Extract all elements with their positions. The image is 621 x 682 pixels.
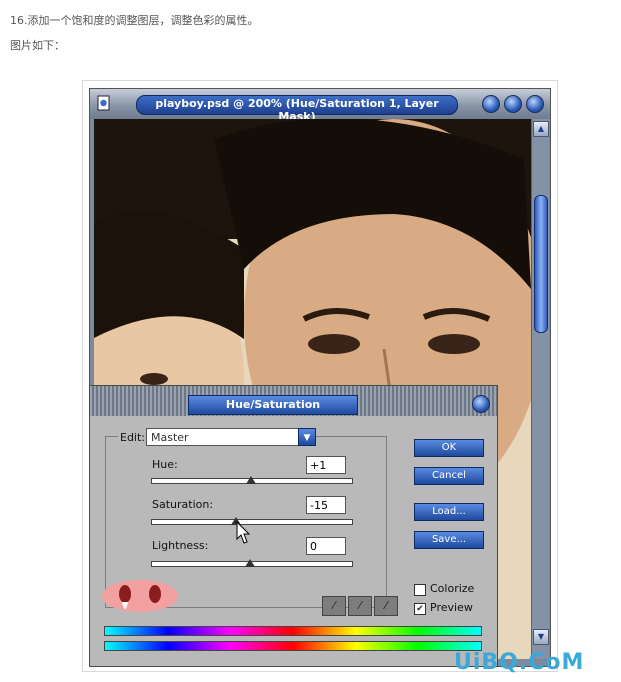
- hue-slider-thumb[interactable]: [246, 476, 256, 484]
- input-spectrum-bar: [104, 626, 482, 636]
- eyedropper-minus-icon[interactable]: ⁄: [374, 596, 398, 616]
- chevron-down-icon[interactable]: ▼: [298, 428, 316, 446]
- watermark: UiBQ.CoM: [454, 650, 585, 675]
- hue-label: Hue:: [152, 458, 178, 471]
- arrow-up-icon[interactable]: ▲: [533, 121, 549, 137]
- edit-label: Edit:: [118, 431, 148, 444]
- hue-saturation-dialog: Hue/Saturation Edit: Master ▼ Hue: +1 Sa…: [89, 385, 498, 667]
- hue-input[interactable]: +1: [306, 456, 346, 474]
- colorize-label: Colorize: [430, 582, 475, 595]
- eyedropper-plus-icon[interactable]: ⁄: [348, 596, 372, 616]
- load-button[interactable]: Load...: [414, 503, 484, 521]
- output-spectrum-bar: [104, 641, 482, 651]
- close-icon[interactable]: [526, 95, 544, 113]
- pig-nose-decoration-icon: [102, 580, 178, 612]
- save-button[interactable]: Save...: [414, 531, 484, 549]
- arrow-down-icon[interactable]: ▼: [533, 629, 549, 645]
- edit-select[interactable]: Master: [146, 428, 314, 446]
- dialog-title: Hue/Saturation: [225, 398, 321, 411]
- lightness-input[interactable]: 0: [306, 537, 346, 555]
- window-titlebar[interactable]: playboy.psd @ 200% (Hue/Saturation 1, La…: [90, 89, 550, 123]
- dialog-titlebar[interactable]: Hue/Saturation: [90, 386, 497, 416]
- preview-label: Preview: [430, 601, 473, 614]
- maximize-icon[interactable]: [504, 95, 522, 113]
- document-icon: [97, 95, 110, 111]
- saturation-input[interactable]: -15: [306, 496, 346, 514]
- close-icon[interactable]: [472, 395, 490, 413]
- dialog-title-pill: Hue/Saturation: [188, 395, 358, 415]
- eyedropper-icon[interactable]: ⁄: [322, 596, 346, 616]
- colorize-checkbox[interactable]: [414, 584, 426, 596]
- lightness-label: Lightness:: [152, 539, 209, 552]
- scrollbar-thumb[interactable]: [534, 195, 548, 333]
- lightness-slider-thumb[interactable]: [245, 559, 255, 567]
- cancel-button[interactable]: Cancel: [414, 467, 484, 485]
- window-title-pill: playboy.psd @ 200% (Hue/Saturation 1, La…: [136, 95, 458, 123]
- mouse-cursor-icon: [236, 521, 250, 544]
- preview-checkbox[interactable]: ✔: [414, 603, 426, 615]
- caption-image-follows: 图片如下：: [10, 39, 65, 52]
- ok-button[interactable]: OK: [414, 439, 484, 457]
- caption-step16: 16.添加一个饱和度的调整图层，调整色彩的属性。: [10, 14, 259, 27]
- minimize-icon[interactable]: [482, 95, 500, 113]
- vertical-scrollbar[interactable]: ▲ ▼: [531, 119, 549, 659]
- saturation-slider-track[interactable]: [151, 519, 353, 525]
- saturation-label: Saturation:: [152, 498, 214, 511]
